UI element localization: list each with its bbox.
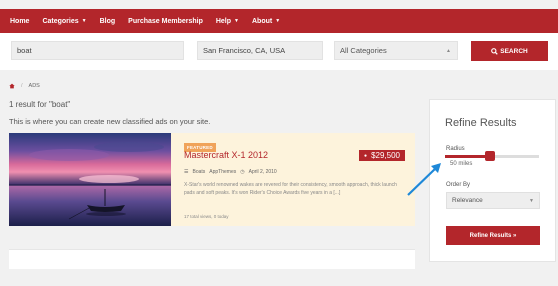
category-select[interactable]: All Categories ▲︎ <box>334 41 458 60</box>
nav-categories-label: Categories <box>42 17 79 25</box>
refine-title: Refine Results <box>445 117 517 129</box>
search-icon <box>491 47 499 55</box>
nav-purchase-membership[interactable]: Purchase Membership <box>128 18 203 25</box>
nav-home-label: Home <box>10 17 30 25</box>
breadcrumb: / ADS <box>9 83 40 89</box>
chevron-down-icon: ▼ <box>234 18 239 24</box>
category-value: All Categories <box>340 46 387 55</box>
chevron-down-icon: ▼ <box>529 197 534 204</box>
listing-body: FEATURED Mastercraft X-1 2012 ● $29,500 ☰… <box>171 133 415 226</box>
location-input[interactable]: San Francisco, CA, USA <box>197 41 323 60</box>
order-by-label: Order By <box>446 182 471 188</box>
listing-category[interactable]: Boats <box>192 169 205 175</box>
results-count: 1 result for "boat" <box>9 100 71 109</box>
top-nav: Home Categories ▼ Blog Purchase Membershi… <box>0 9 558 33</box>
price-value: $29,500 <box>371 151 400 160</box>
listing-card[interactable]: FEATURED Mastercraft X-1 2012 ● $29,500 ☰… <box>9 133 415 226</box>
nav-help[interactable]: Help ▼ <box>216 18 239 25</box>
sunset-boat-photo <box>9 133 171 226</box>
listing-meta: ☰ Boats AppThemes ◷ April 2, 2010 <box>184 169 281 175</box>
listing-views: 17 total views, 0 today <box>184 214 229 219</box>
breadcrumb-separator: / <box>21 83 23 89</box>
chevron-down-icon: ▼ <box>275 18 281 24</box>
search-button-label: SEARCH <box>500 47 528 55</box>
home-icon[interactable] <box>9 83 15 89</box>
price-badge: ● $29,500 <box>359 150 405 161</box>
nav-home[interactable]: Home <box>10 18 29 25</box>
nav-help-label: Help <box>215 17 232 25</box>
radius-value: 50 miles <box>450 161 473 167</box>
listing-author[interactable]: AppThemes <box>209 169 236 175</box>
listing-image[interactable] <box>9 133 171 226</box>
search-button[interactable]: SEARCH <box>471 41 548 61</box>
nav-blog-label: Blog <box>99 17 116 25</box>
listing-date: April 2, 2010 <box>248 169 277 175</box>
order-by-value: Relevance <box>452 197 483 204</box>
price-tag-icon: ● <box>364 152 368 159</box>
refine-results-button[interactable]: Refine Results » <box>446 226 540 245</box>
nav-categories[interactable]: Categories ▼ <box>42 18 86 25</box>
list-icon: ☰ <box>184 169 189 175</box>
listing-description: X-Star's world renowned wakes are revere… <box>184 182 397 196</box>
radius-slider-handle[interactable] <box>485 151 496 161</box>
chevron-down-icon: ▲︎ <box>446 47 451 54</box>
search-bar: boat San Francisco, CA, USA All Categori… <box>0 33 558 70</box>
location-value: San Francisco, CA, USA <box>203 46 286 55</box>
nav-purchase-membership-label: Purchase Membership <box>128 17 203 25</box>
refine-results-panel: Refine Results Radius Order By Relevance… <box>429 99 556 262</box>
clock-icon: ◷ <box>240 169 245 175</box>
radius-slider-fill <box>445 155 491 158</box>
nav-about-label: About <box>251 17 273 25</box>
radius-label: Radius <box>446 146 465 152</box>
order-by-select[interactable]: Relevance ▼ <box>446 192 540 209</box>
listing-title[interactable]: Mastercraft X-1 2012 <box>184 150 268 160</box>
keyword-input[interactable]: boat <box>11 41 184 60</box>
keyword-value: boat <box>17 46 32 55</box>
listing-card[interactable] <box>9 249 415 269</box>
radius-slider[interactable] <box>445 151 539 161</box>
chevron-down-icon: ▼ <box>81 18 87 24</box>
breadcrumb-current: ADS <box>28 83 40 89</box>
nav-blog[interactable]: Blog <box>100 18 116 25</box>
nav-about[interactable]: About ▼ <box>252 18 280 25</box>
results-subtitle: This is where you can create new classif… <box>9 117 211 126</box>
